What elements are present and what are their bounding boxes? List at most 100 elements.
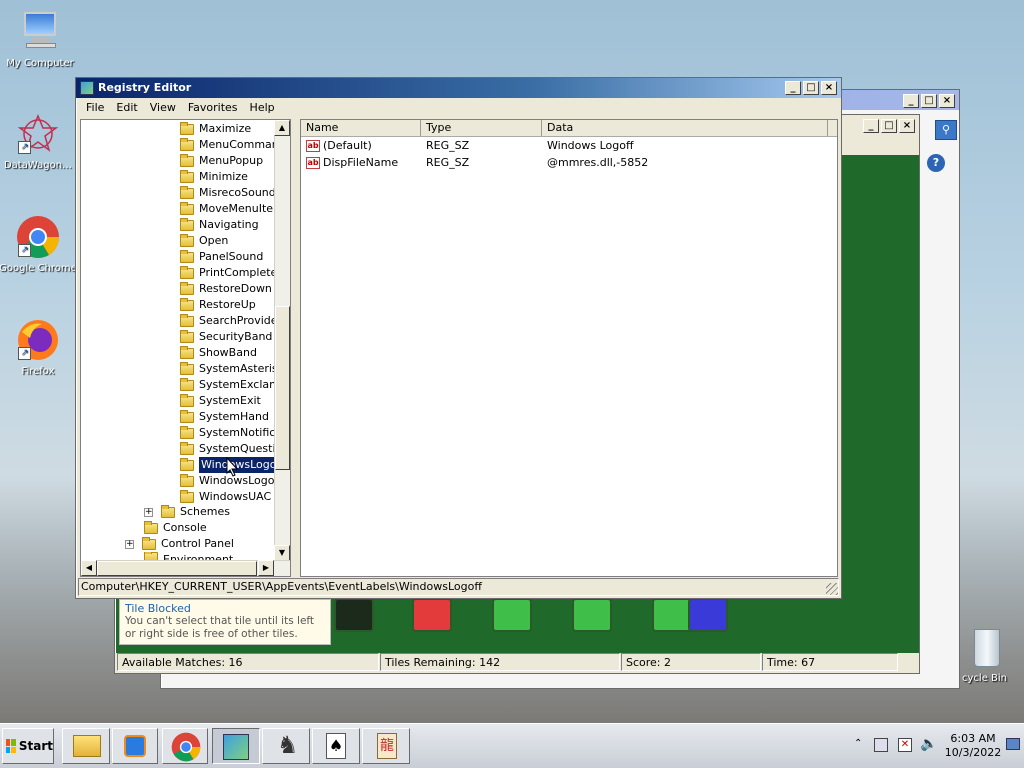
scroll-up-button[interactable]: ▲	[274, 120, 290, 136]
expand-icon[interactable]: +	[125, 539, 134, 549]
tree-item[interactable]: Maximize	[180, 121, 251, 137]
action-center-icon[interactable]: ✕	[898, 738, 912, 752]
available-matches: Available Matches: 16	[117, 653, 379, 671]
folder-icon	[144, 520, 158, 534]
tree-item-label: Console	[163, 521, 207, 534]
tree-item[interactable]: RestoreDown	[180, 281, 272, 297]
help-icon[interactable]: ?	[927, 154, 945, 172]
minimize-button[interactable]: _	[785, 81, 801, 95]
maximize-button[interactable]: □	[921, 94, 937, 108]
minimize-button[interactable]: _	[863, 119, 879, 133]
maximize-button[interactable]: □	[881, 119, 897, 133]
menu-file[interactable]: File	[80, 101, 110, 114]
menu-view[interactable]: View	[144, 101, 182, 114]
folder-icon	[180, 297, 194, 311]
desktop-icon-recycle-bin[interactable]: cycle Bin	[950, 625, 1024, 684]
taskbar-mahjong[interactable]: 龍	[362, 728, 410, 764]
menu-edit[interactable]: Edit	[110, 101, 143, 114]
scroll-down-button[interactable]: ▼	[274, 545, 290, 561]
tree-vertical-scrollbar[interactable]: ▲ ▼	[274, 120, 290, 561]
registry-values-list[interactable]: Name Type Data ab (Default) REG_SZ Window…	[300, 119, 838, 577]
maximize-button[interactable]: □	[803, 81, 819, 95]
tree-item-console[interactable]: Console	[144, 520, 207, 536]
scroll-right-button[interactable]: ▶	[258, 560, 274, 576]
show-desktop-button[interactable]	[1006, 738, 1020, 750]
registry-editor-window[interactable]: Registry Editor _ □ × File Edit View Fav…	[75, 77, 842, 599]
registry-tree[interactable]: Maximize MenuCommand MenuPopup Minimize Misr…	[80, 119, 291, 577]
tree-item[interactable]: SystemQuestion	[180, 441, 289, 457]
tree-item[interactable]: RestoreUp	[180, 297, 256, 313]
volume-icon[interactable]: 🔈	[920, 736, 937, 752]
desktop-icon-label: Google Chrome	[0, 263, 77, 274]
tree-item[interactable]: MoveMenuItem	[180, 201, 284, 217]
tree-item-control-panel[interactable]: + Control Panel	[125, 536, 234, 552]
tree-item[interactable]: SecurityBand	[180, 329, 272, 345]
desktop-icon-chrome[interactable]: ↗ Google Chrome	[0, 215, 78, 274]
tray-show-hidden-icon[interactable]: ⌃	[854, 738, 862, 749]
mahjong-tile[interactable]	[492, 598, 532, 632]
mahjong-tile[interactable]	[688, 598, 728, 632]
tree-item[interactable]: MenuCommand	[180, 137, 286, 153]
tree-item[interactable]: Minimize	[180, 169, 248, 185]
search-button[interactable]: ⚲	[935, 120, 957, 140]
value-type: REG_SZ	[426, 139, 470, 152]
h-scroll-thumb[interactable]	[97, 561, 257, 576]
list-header: Name Type Data	[301, 120, 837, 137]
value-row[interactable]: ab DispFileName REG_SZ @mmres.dll,-5852	[301, 154, 837, 171]
column-name[interactable]: Name	[301, 120, 421, 136]
taskbar-solitaire[interactable]: ♠	[312, 728, 360, 764]
desktop-icon-my-computer[interactable]: My Computer	[0, 10, 80, 69]
tree-item[interactable]: PrintComplete	[180, 265, 277, 281]
desktop-icon-datawagon[interactable]: ↗ DataWagon…	[0, 112, 78, 171]
desktop-icon-label: DataWagon…	[3, 160, 73, 171]
network-icon[interactable]	[874, 738, 888, 752]
menu-favorites[interactable]: Favorites	[182, 101, 244, 114]
value-row[interactable]: ab (Default) REG_SZ Windows Logoff	[301, 137, 837, 154]
status-path: Computer\HKEY_CURRENT_USER\AppEvents\Eve…	[81, 580, 482, 593]
tree-item-label: SecurityBand	[199, 330, 273, 343]
minimize-button[interactable]: _	[903, 94, 919, 108]
mahjong-tile[interactable]	[412, 598, 452, 632]
column-data[interactable]: Data	[542, 120, 828, 136]
taskbar-chess[interactable]: ♞	[262, 728, 310, 764]
resize-grip[interactable]	[826, 583, 838, 595]
tree-item[interactable]: SystemExit	[180, 393, 261, 409]
datawagon-icon: ↗	[16, 112, 60, 156]
tree-item[interactable]: Open	[180, 233, 228, 249]
start-button[interactable]: Start	[2, 728, 54, 764]
taskbar-media-player[interactable]	[112, 728, 158, 764]
taskbar-chrome[interactable]	[162, 728, 208, 764]
close-button[interactable]: ×	[899, 119, 915, 133]
column-type[interactable]: Type	[421, 120, 542, 136]
tree-item-environment[interactable]: Environment	[144, 552, 233, 560]
mahjong-tile[interactable]	[334, 598, 374, 632]
expand-icon[interactable]: +	[144, 507, 153, 517]
menu-help[interactable]: Help	[244, 101, 281, 114]
tree-item-schemes[interactable]: + Schemes	[144, 504, 230, 520]
taskbar-regedit[interactable]	[212, 728, 260, 764]
tree-horizontal-scrollbar[interactable]: ◀ ▶	[81, 560, 290, 576]
tree-item[interactable]: WindowsUAC	[180, 489, 271, 505]
close-button[interactable]: ×	[939, 94, 955, 108]
tree-item[interactable]: SystemAsterisk	[180, 361, 284, 377]
scroll-thumb[interactable]	[275, 306, 290, 470]
tree-item-label: Schemes	[180, 505, 230, 518]
taskbar-explorer[interactable]	[62, 728, 110, 764]
mahjong-tile[interactable]	[652, 598, 692, 632]
scroll-left-button[interactable]: ◀	[81, 560, 97, 576]
tip-text: You can't select that tile until its lef…	[125, 615, 315, 640]
clock[interactable]: 6:03 AM 10/3/2022	[944, 732, 1002, 760]
tree-item-label: MenuPopup	[199, 154, 264, 167]
folder-icon	[180, 169, 194, 183]
close-button[interactable]: ×	[821, 81, 837, 95]
tree-item[interactable]: MenuPopup	[180, 153, 263, 169]
title-bar[interactable]: Registry Editor _ □ ×	[76, 78, 841, 98]
tree-item[interactable]: Navigating	[180, 217, 259, 233]
tree-item[interactable]: ShowBand	[180, 345, 257, 361]
folder-icon	[180, 201, 194, 215]
tree-item[interactable]: SystemHand	[180, 409, 269, 425]
mahjong-tile[interactable]	[572, 598, 612, 632]
tree-item[interactable]: MisrecoSound	[180, 185, 276, 201]
desktop-icon-firefox[interactable]: ↗ Firefox	[0, 318, 78, 377]
tree-item[interactable]: PanelSound	[180, 249, 263, 265]
